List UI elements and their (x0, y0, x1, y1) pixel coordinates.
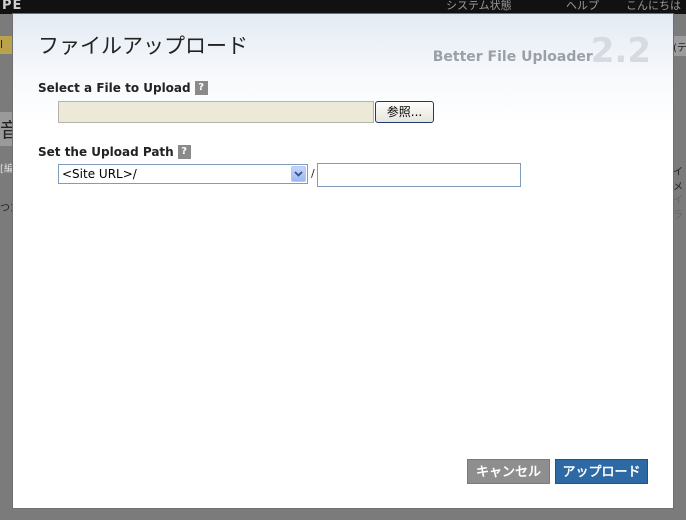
file-label: Select a File to Upload (38, 81, 191, 95)
background-menu-help: ヘルプ (566, 0, 599, 12)
chevron-down-icon[interactable] (291, 166, 306, 182)
brand-name: Better File Uploader (432, 49, 593, 65)
browse-button[interactable]: 参照... (375, 101, 434, 123)
background-menu-user: こんにちは (626, 0, 681, 12)
file-label-row: Select a File to Upload ? (38, 81, 208, 95)
dialog-title: ファイルアップロード (38, 34, 248, 58)
background-left-tab-label: l (0, 38, 4, 51)
brand-version: 2.2 (590, 31, 651, 71)
background-logo: PE (2, 0, 23, 13)
background-left-text-1: [編 (0, 164, 14, 175)
path-label: Set the Upload Path (38, 145, 174, 159)
background-menu-system: システム状態 (446, 0, 512, 12)
upload-path-input[interactable] (317, 163, 521, 187)
path-separator: / (311, 167, 315, 180)
file-help-icon[interactable]: ? (194, 81, 208, 95)
upload-dialog: ファイルアップロード Better File Uploader 2.2 Sele… (13, 14, 673, 508)
background-right-text-2: イラ (673, 195, 683, 221)
upload-path-select-value: <Site URL>/ (62, 167, 137, 181)
cancel-button[interactable]: キャンセル (467, 459, 550, 484)
brand-logo: Better File Uploader 2.2 (433, 34, 651, 68)
background-right-tab-label: (テ (673, 43, 686, 54)
path-label-row: Set the Upload Path ? (38, 145, 191, 159)
upload-path-select[interactable]: <Site URL>/ (58, 164, 308, 184)
file-path-field[interactable] (58, 101, 374, 123)
background-right-text-1: イメ (673, 167, 683, 193)
path-help-icon[interactable]: ? (177, 145, 191, 159)
upload-button[interactable]: アップロード (555, 459, 648, 484)
